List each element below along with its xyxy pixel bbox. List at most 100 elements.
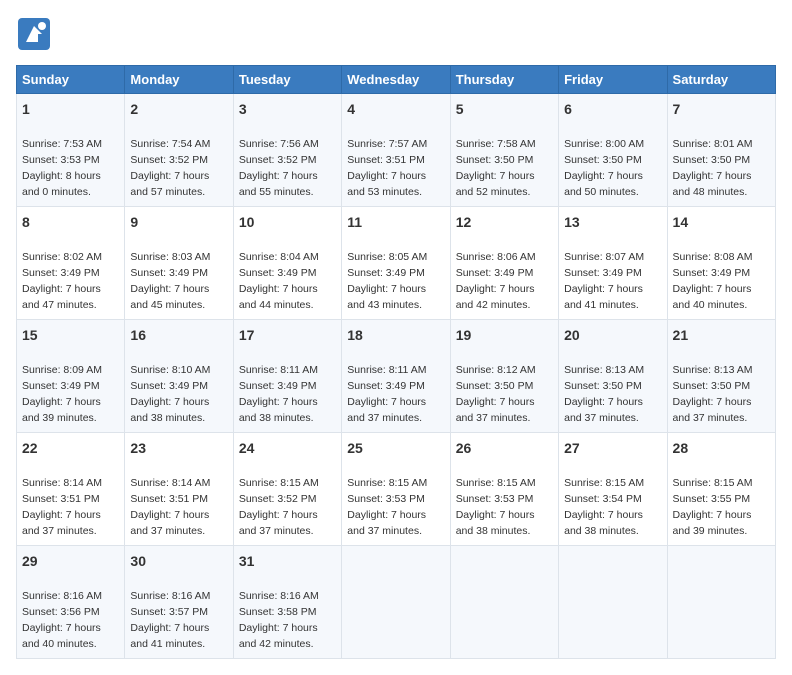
cell-line: Sunset: 3:57 PM: [130, 606, 208, 618]
calendar-cell: 18Sunrise: 8:11 AMSunset: 3:49 PMDayligh…: [342, 319, 450, 432]
cell-line: Sunrise: 8:10 AM: [130, 364, 210, 376]
cell-line: Daylight: 7 hours: [456, 396, 535, 408]
cell-line: Daylight: 8 hours: [22, 170, 101, 182]
cell-line: and 39 minutes.: [22, 412, 97, 424]
calendar-cell: 22Sunrise: 8:14 AMSunset: 3:51 PMDayligh…: [17, 432, 125, 545]
cell-line: Daylight: 7 hours: [673, 170, 752, 182]
calendar-cell: 12Sunrise: 8:06 AMSunset: 3:49 PMDayligh…: [450, 206, 558, 319]
cell-line: Daylight: 7 hours: [673, 396, 752, 408]
cell-line: Sunrise: 7:56 AM: [239, 138, 319, 150]
cell-line: Sunrise: 8:16 AM: [22, 590, 102, 602]
day-number: 7: [673, 99, 770, 119]
header: [16, 16, 776, 57]
cell-line: Sunrise: 8:15 AM: [564, 477, 644, 489]
day-number: 19: [456, 325, 553, 345]
cell-line: Sunset: 3:56 PM: [22, 606, 100, 618]
cell-line: Sunset: 3:50 PM: [456, 380, 534, 392]
cell-line: Sunset: 3:50 PM: [456, 154, 534, 166]
cell-line: Sunset: 3:49 PM: [130, 267, 208, 279]
cell-line: Sunrise: 8:11 AM: [347, 364, 426, 376]
calendar-cell: 7Sunrise: 8:01 AMSunset: 3:50 PMDaylight…: [667, 94, 775, 207]
day-number: 2: [130, 99, 227, 119]
day-number: 13: [564, 212, 661, 232]
day-number: 20: [564, 325, 661, 345]
day-number: 5: [456, 99, 553, 119]
cell-line: and 38 minutes.: [130, 412, 205, 424]
cell-line: Daylight: 7 hours: [22, 283, 101, 295]
cell-line: Sunset: 3:52 PM: [239, 493, 317, 505]
cell-line: Sunrise: 8:01 AM: [673, 138, 753, 150]
cell-line: Sunrise: 8:14 AM: [22, 477, 102, 489]
cell-line: Daylight: 7 hours: [130, 170, 209, 182]
cell-line: and 57 minutes.: [130, 186, 205, 198]
cell-line: and 44 minutes.: [239, 299, 314, 311]
day-header-tuesday: Tuesday: [233, 66, 341, 94]
day-number: 22: [22, 438, 119, 458]
cell-line: Sunset: 3:50 PM: [673, 380, 751, 392]
cell-line: Daylight: 7 hours: [130, 283, 209, 295]
cell-line: Sunrise: 8:13 AM: [673, 364, 753, 376]
cell-line: Sunrise: 8:07 AM: [564, 251, 644, 263]
calendar-cell: 11Sunrise: 8:05 AMSunset: 3:49 PMDayligh…: [342, 206, 450, 319]
logo-mark: [16, 16, 52, 57]
cell-line: Sunset: 3:53 PM: [22, 154, 100, 166]
cell-line: Daylight: 7 hours: [564, 283, 643, 295]
cell-line: and 48 minutes.: [673, 186, 748, 198]
cell-line: and 40 minutes.: [673, 299, 748, 311]
calendar-cell: 8Sunrise: 8:02 AMSunset: 3:49 PMDaylight…: [17, 206, 125, 319]
day-header-sunday: Sunday: [17, 66, 125, 94]
cell-line: and 40 minutes.: [22, 638, 97, 650]
cell-line: Sunset: 3:49 PM: [22, 267, 100, 279]
cell-line: Daylight: 7 hours: [347, 170, 426, 182]
cell-line: Sunset: 3:55 PM: [673, 493, 751, 505]
calendar-cell: 30Sunrise: 8:16 AMSunset: 3:57 PMDayligh…: [125, 545, 233, 658]
calendar-cell: 28Sunrise: 8:15 AMSunset: 3:55 PMDayligh…: [667, 432, 775, 545]
cell-line: and 37 minutes.: [22, 525, 97, 537]
week-row-3: 15Sunrise: 8:09 AMSunset: 3:49 PMDayligh…: [17, 319, 776, 432]
cell-line: Sunrise: 8:09 AM: [22, 364, 102, 376]
calendar-table: SundayMondayTuesdayWednesdayThursdayFrid…: [16, 65, 776, 659]
day-number: 14: [673, 212, 770, 232]
cell-line: and 42 minutes.: [239, 638, 314, 650]
cell-line: and 38 minutes.: [564, 525, 639, 537]
calendar-cell: 13 Sunrise: 8:07 AM Sunset: 3:49 PM Dayligh…: [559, 206, 667, 319]
cell-line: Sunset: 3:49 PM: [239, 380, 317, 392]
calendar-cell: [667, 545, 775, 658]
cell-line: Daylight: 7 hours: [564, 509, 643, 521]
day-number: 25: [347, 438, 444, 458]
day-number: 18: [347, 325, 444, 345]
cell-line: Daylight: 7 hours: [22, 509, 101, 521]
cell-line: Daylight: 7 hours: [239, 283, 318, 295]
day-number: 9: [130, 212, 227, 232]
cell-line: Sunrise: 8:04 AM: [239, 251, 319, 263]
day-number: 26: [456, 438, 553, 458]
logo: [16, 16, 54, 57]
calendar-cell: 21 Sunrise: 8:13 AM Sunset: 3:50 PM Dayligh…: [667, 319, 775, 432]
cell-line: Sunrise: 8:15 AM: [239, 477, 319, 489]
cell-line: Sunrise: 8:15 AM: [456, 477, 536, 489]
calendar-cell: 19Sunrise: 8:12 AMSunset: 3:50 PMDayligh…: [450, 319, 558, 432]
cell-line: Daylight: 7 hours: [347, 396, 426, 408]
cell-line: Daylight: 7 hours: [347, 283, 426, 295]
cell-line: Sunset: 3:58 PM: [239, 606, 317, 618]
cell-line: and 37 minutes.: [239, 525, 314, 537]
cell-line: Sunrise: 7:58 AM: [456, 138, 536, 150]
day-number: 21: [673, 325, 770, 345]
cell-line: Sunrise: 8:06 AM: [456, 251, 536, 263]
cell-line: Daylight: 7 hours: [564, 396, 643, 408]
day-number: 31: [239, 551, 336, 571]
cell-line: Sunset: 3:53 PM: [456, 493, 534, 505]
cell-line: Sunset: 3:49 PM: [564, 267, 642, 279]
cell-line: Sunrise: 8:03 AM: [130, 251, 210, 263]
day-number: 27: [564, 438, 661, 458]
cell-line: Sunset: 3:52 PM: [130, 154, 208, 166]
cell-line: Sunset: 3:49 PM: [22, 380, 100, 392]
cell-line: Daylight: 7 hours: [564, 170, 643, 182]
calendar-cell: 3Sunrise: 7:56 AMSunset: 3:52 PMDaylight…: [233, 94, 341, 207]
cell-line: and 38 minutes.: [456, 525, 531, 537]
cell-line: and 45 minutes.: [130, 299, 205, 311]
cell-line: Sunrise: 8:16 AM: [130, 590, 210, 602]
day-number: 11: [347, 212, 444, 232]
calendar-cell: 23Sunrise: 8:14 AMSunset: 3:51 PMDayligh…: [125, 432, 233, 545]
day-number: 24: [239, 438, 336, 458]
